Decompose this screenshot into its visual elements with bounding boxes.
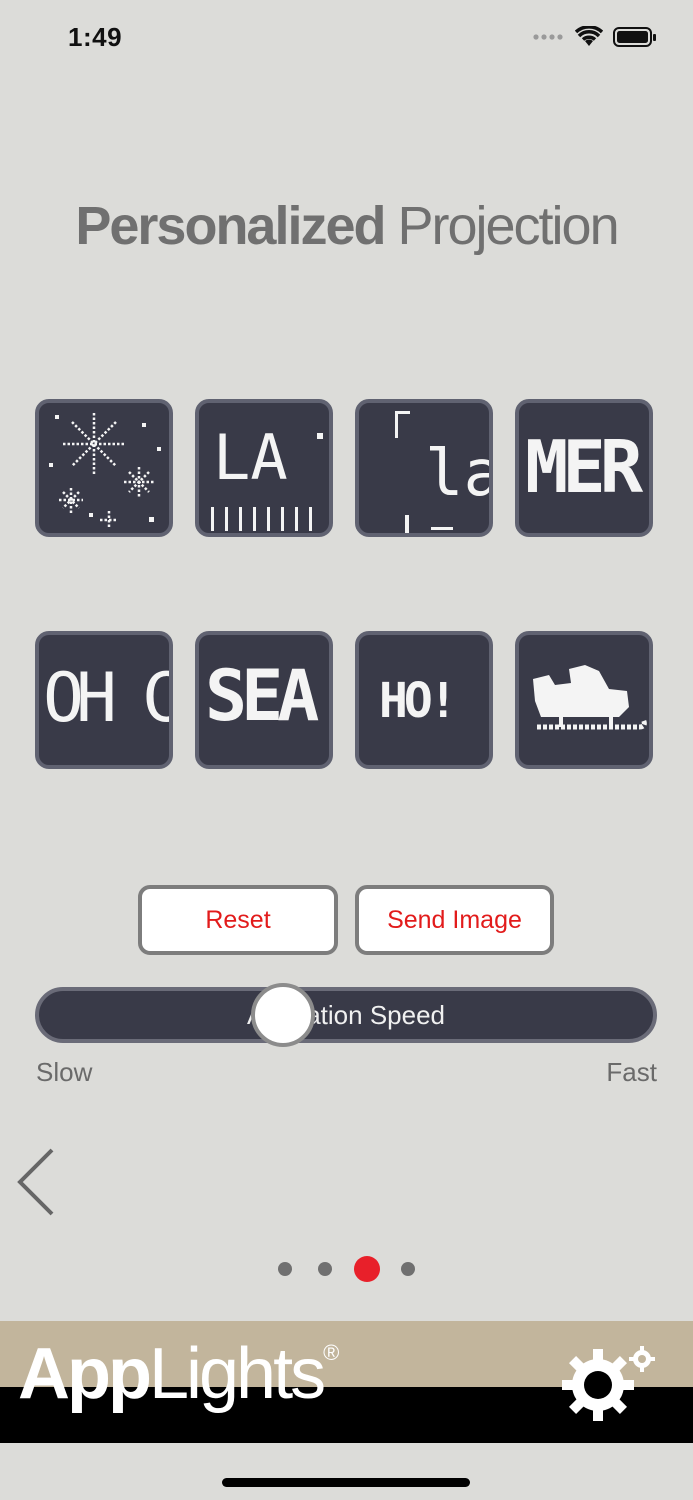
pattern-tile-sea[interactable]: SEA bbox=[195, 631, 333, 769]
tile-text: HO! bbox=[379, 673, 458, 729]
tile-text: SEA bbox=[205, 655, 319, 737]
status-icons bbox=[533, 26, 657, 48]
snowflakes-icon bbox=[49, 413, 161, 529]
slider-label: Animation Speed bbox=[246, 999, 446, 1030]
tile-pixel bbox=[431, 527, 453, 530]
pattern-tile-ho[interactable]: HO! bbox=[355, 631, 493, 769]
wifi-icon bbox=[575, 26, 603, 46]
page-title: Personalized Projection bbox=[0, 195, 693, 257]
tile-text: LA bbox=[213, 421, 288, 494]
title-regular: Projection bbox=[384, 196, 619, 256]
tile-pixel bbox=[317, 433, 323, 439]
status-bar: 1:49 bbox=[0, 0, 693, 80]
slider-max-label: Fast bbox=[606, 1057, 657, 1087]
signal-icon bbox=[533, 34, 563, 40]
page-dot[interactable] bbox=[401, 1262, 415, 1276]
title-bold: Personalized bbox=[75, 196, 386, 256]
tile-text: OH C bbox=[43, 659, 173, 738]
tile-text: MER bbox=[525, 425, 643, 509]
music-note-icon bbox=[395, 411, 410, 438]
send-image-button[interactable]: Send Image bbox=[355, 885, 554, 955]
sleigh-icon bbox=[533, 665, 647, 730]
chevron-left-icon[interactable] bbox=[14, 1147, 58, 1217]
page-dot[interactable] bbox=[278, 1262, 292, 1276]
pattern-tile-la-lower[interactable]: la bbox=[355, 399, 493, 537]
status-time: 1:49 bbox=[68, 22, 123, 52]
tile-pixel-row bbox=[211, 507, 323, 531]
battery-icon bbox=[613, 27, 656, 47]
pattern-tile-merry[interactable]: MER bbox=[515, 399, 653, 537]
page-dot[interactable] bbox=[318, 1262, 332, 1276]
pattern-tile-la[interactable]: LA bbox=[195, 399, 333, 537]
reset-button[interactable]: Reset bbox=[138, 885, 338, 955]
slider-min-label: Slow bbox=[36, 1057, 93, 1087]
animation-speed-slider[interactable]: Animation Speed bbox=[35, 987, 657, 1043]
pattern-tile-sleigh[interactable] bbox=[515, 631, 653, 769]
tile-pixel bbox=[405, 515, 409, 533]
pattern-tile-oh[interactable]: OH C bbox=[35, 631, 173, 769]
gear-icon[interactable] bbox=[558, 1343, 662, 1423]
applights-logo: AppLights® bbox=[18, 1334, 340, 1414]
home-indicator[interactable] bbox=[222, 1478, 470, 1487]
page-dot-active[interactable] bbox=[354, 1256, 380, 1282]
tile-text: la bbox=[425, 437, 489, 511]
slider-thumb[interactable] bbox=[251, 983, 315, 1047]
pattern-tile-snowflakes[interactable] bbox=[35, 399, 173, 537]
